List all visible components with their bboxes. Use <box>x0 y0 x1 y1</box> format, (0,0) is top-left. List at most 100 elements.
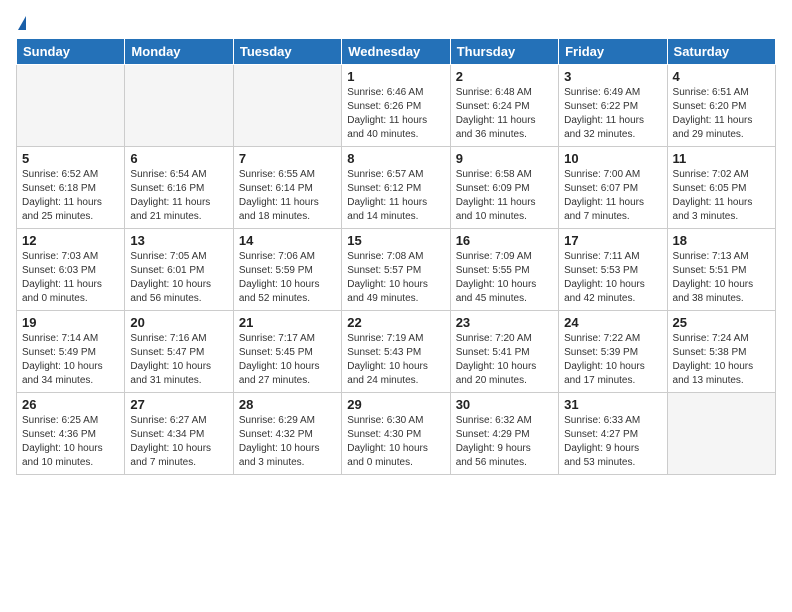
day-info: Sunrise: 6:54 AM Sunset: 6:16 PM Dayligh… <box>130 168 227 224</box>
day-number: 6 <box>130 151 227 166</box>
calendar-cell: 9Sunrise: 6:58 AM Sunset: 6:09 PM Daylig… <box>450 147 558 229</box>
calendar-cell <box>17 65 125 147</box>
calendar-cell: 14Sunrise: 7:06 AM Sunset: 5:59 PM Dayli… <box>233 229 341 311</box>
day-info: Sunrise: 6:48 AM Sunset: 6:24 PM Dayligh… <box>456 86 553 142</box>
day-number: 17 <box>564 233 661 248</box>
weekday-header-friday: Friday <box>559 39 667 65</box>
day-number: 14 <box>239 233 336 248</box>
day-info: Sunrise: 6:32 AM Sunset: 4:29 PM Dayligh… <box>456 414 553 470</box>
day-info: Sunrise: 6:29 AM Sunset: 4:32 PM Dayligh… <box>239 414 336 470</box>
calendar-cell: 4 Sunrise: 6:51 AM Sunset: 6:20 PM Daylig… <box>667 65 775 147</box>
day-info: Sunrise: 7:22 AM Sunset: 5:39 PM Dayligh… <box>564 332 661 388</box>
day-number: 26 <box>22 397 119 412</box>
calendar-week-row: 26 Sunrise: 6:25 AM Sunset: 4:36 PM Dayli… <box>17 393 776 475</box>
calendar-cell: 11 Sunrise: 7:02 AM Sunset: 6:05 PM Dayli… <box>667 147 775 229</box>
calendar-cell: 7 Sunrise: 6:55 AM Sunset: 6:14 PM Daylig… <box>233 147 341 229</box>
calendar-cell: 23 Sunrise: 7:20 AM Sunset: 5:41 PM Dayli… <box>450 311 558 393</box>
calendar-cell: 13Sunrise: 7:05 AM Sunset: 6:01 PM Dayli… <box>125 229 233 311</box>
day-number: 9 <box>456 151 553 166</box>
calendar-week-row: 5Sunrise: 6:52 AM Sunset: 6:18 PM Daylig… <box>17 147 776 229</box>
day-number: 22 <box>347 315 444 330</box>
day-info: Sunrise: 6:30 AM Sunset: 4:30 PM Dayligh… <box>347 414 444 470</box>
calendar-cell: 30 Sunrise: 6:32 AM Sunset: 4:29 PM Dayli… <box>450 393 558 475</box>
day-info: Sunrise: 6:33 AM Sunset: 4:27 PM Dayligh… <box>564 414 661 470</box>
day-number: 21 <box>239 315 336 330</box>
day-info: Sunrise: 7:13 AM Sunset: 5:51 PM Dayligh… <box>673 250 770 306</box>
day-number: 24 <box>564 315 661 330</box>
day-number: 2 <box>456 69 553 84</box>
day-info: Sunrise: 7:09 AM Sunset: 5:55 PM Dayligh… <box>456 250 553 306</box>
day-number: 27 <box>130 397 227 412</box>
day-number: 29 <box>347 397 444 412</box>
day-number: 19 <box>22 315 119 330</box>
calendar-cell: 6 Sunrise: 6:54 AM Sunset: 6:16 PM Daylig… <box>125 147 233 229</box>
calendar-cell: 12Sunrise: 7:03 AM Sunset: 6:03 PM Dayli… <box>17 229 125 311</box>
calendar-week-row: 1 Sunrise: 6:46 AM Sunset: 6:26 PM Daylig… <box>17 65 776 147</box>
day-number: 5 <box>22 151 119 166</box>
day-info: Sunrise: 7:19 AM Sunset: 5:43 PM Dayligh… <box>347 332 444 388</box>
calendar-cell: 16 Sunrise: 7:09 AM Sunset: 5:55 PM Dayli… <box>450 229 558 311</box>
calendar-cell <box>667 393 775 475</box>
day-number: 15 <box>347 233 444 248</box>
weekday-header-sunday: Sunday <box>17 39 125 65</box>
weekday-header-tuesday: Tuesday <box>233 39 341 65</box>
day-info: Sunrise: 7:00 AM Sunset: 6:07 PM Dayligh… <box>564 168 661 224</box>
day-info: Sunrise: 7:11 AM Sunset: 5:53 PM Dayligh… <box>564 250 661 306</box>
calendar-cell: 27Sunrise: 6:27 AM Sunset: 4:34 PM Dayli… <box>125 393 233 475</box>
day-number: 31 <box>564 397 661 412</box>
day-number: 28 <box>239 397 336 412</box>
day-info: Sunrise: 7:20 AM Sunset: 5:41 PM Dayligh… <box>456 332 553 388</box>
calendar-cell: 31 Sunrise: 6:33 AM Sunset: 4:27 PM Dayli… <box>559 393 667 475</box>
calendar-cell: 29 Sunrise: 6:30 AM Sunset: 4:30 PM Dayli… <box>342 393 450 475</box>
day-number: 16 <box>456 233 553 248</box>
weekday-header-thursday: Thursday <box>450 39 558 65</box>
page-container: SundayMondayTuesdayWednesdayThursdayFrid… <box>0 0 792 483</box>
day-number: 11 <box>673 151 770 166</box>
calendar-cell: 28 Sunrise: 6:29 AM Sunset: 4:32 PM Dayli… <box>233 393 341 475</box>
calendar-week-row: 12Sunrise: 7:03 AM Sunset: 6:03 PM Dayli… <box>17 229 776 311</box>
day-number: 20 <box>130 315 227 330</box>
calendar-cell: 18 Sunrise: 7:13 AM Sunset: 5:51 PM Dayli… <box>667 229 775 311</box>
header <box>16 16 776 30</box>
calendar-cell: 20 Sunrise: 7:16 AM Sunset: 5:47 PM Dayli… <box>125 311 233 393</box>
calendar-table: SundayMondayTuesdayWednesdayThursdayFrid… <box>16 38 776 475</box>
day-info: Sunrise: 6:57 AM Sunset: 6:12 PM Dayligh… <box>347 168 444 224</box>
day-number: 3 <box>564 69 661 84</box>
calendar-week-row: 19 Sunrise: 7:14 AM Sunset: 5:49 PM Dayli… <box>17 311 776 393</box>
day-number: 25 <box>673 315 770 330</box>
day-number: 30 <box>456 397 553 412</box>
day-number: 13 <box>130 233 227 248</box>
day-info: Sunrise: 6:46 AM Sunset: 6:26 PM Dayligh… <box>347 86 444 142</box>
day-info: Sunrise: 7:14 AM Sunset: 5:49 PM Dayligh… <box>22 332 119 388</box>
weekday-header-monday: Monday <box>125 39 233 65</box>
day-number: 7 <box>239 151 336 166</box>
day-number: 8 <box>347 151 444 166</box>
calendar-cell: 22 Sunrise: 7:19 AM Sunset: 5:43 PM Dayli… <box>342 311 450 393</box>
day-info: Sunrise: 7:24 AM Sunset: 5:38 PM Dayligh… <box>673 332 770 388</box>
day-info: Sunrise: 6:25 AM Sunset: 4:36 PM Dayligh… <box>22 414 119 470</box>
calendar-cell: 17 Sunrise: 7:11 AM Sunset: 5:53 PM Dayli… <box>559 229 667 311</box>
day-number: 4 <box>673 69 770 84</box>
calendar-cell: 10 Sunrise: 7:00 AM Sunset: 6:07 PM Dayli… <box>559 147 667 229</box>
calendar-cell: 24 Sunrise: 7:22 AM Sunset: 5:39 PM Dayli… <box>559 311 667 393</box>
day-number: 18 <box>673 233 770 248</box>
day-info: Sunrise: 7:17 AM Sunset: 5:45 PM Dayligh… <box>239 332 336 388</box>
logo-triangle-icon <box>18 16 26 30</box>
calendar-cell: 8 Sunrise: 6:57 AM Sunset: 6:12 PM Daylig… <box>342 147 450 229</box>
weekday-header-wednesday: Wednesday <box>342 39 450 65</box>
calendar-cell: 19 Sunrise: 7:14 AM Sunset: 5:49 PM Dayli… <box>17 311 125 393</box>
calendar-cell: 3 Sunrise: 6:49 AM Sunset: 6:22 PM Daylig… <box>559 65 667 147</box>
day-info: Sunrise: 7:03 AM Sunset: 6:03 PM Dayligh… <box>22 250 119 306</box>
day-number: 1 <box>347 69 444 84</box>
day-info: Sunrise: 6:51 AM Sunset: 6:20 PM Dayligh… <box>673 86 770 142</box>
day-info: Sunrise: 7:16 AM Sunset: 5:47 PM Dayligh… <box>130 332 227 388</box>
day-info: Sunrise: 6:55 AM Sunset: 6:14 PM Dayligh… <box>239 168 336 224</box>
day-number: 23 <box>456 315 553 330</box>
calendar-cell: 25 Sunrise: 7:24 AM Sunset: 5:38 PM Dayli… <box>667 311 775 393</box>
day-info: Sunrise: 6:49 AM Sunset: 6:22 PM Dayligh… <box>564 86 661 142</box>
calendar-cell: 21 Sunrise: 7:17 AM Sunset: 5:45 PM Dayli… <box>233 311 341 393</box>
day-info: Sunrise: 7:02 AM Sunset: 6:05 PM Dayligh… <box>673 168 770 224</box>
day-number: 10 <box>564 151 661 166</box>
calendar-cell: 26 Sunrise: 6:25 AM Sunset: 4:36 PM Dayli… <box>17 393 125 475</box>
calendar-cell <box>233 65 341 147</box>
